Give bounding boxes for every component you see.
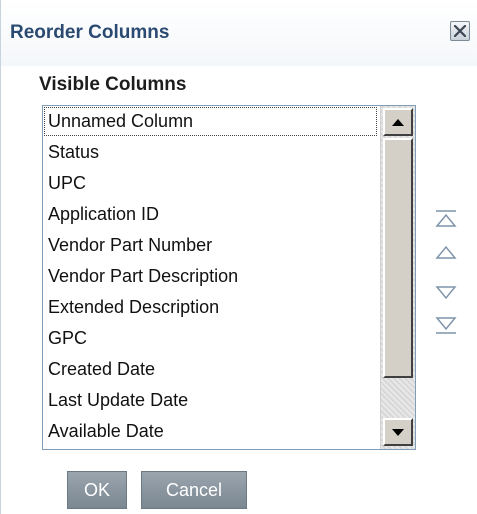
column-list-item[interactable]: UPC [43,168,378,199]
column-list-item[interactable]: Application ID [43,199,378,230]
dialog-title-bar: Reorder Columns [1,0,477,66]
move-bottom-icon [435,317,457,334]
column-list: Unnamed Column Status UPC Application ID Ven… [43,106,378,447]
visible-columns-listbox[interactable]: Unnamed Column Status UPC Application ID Ven… [42,105,416,450]
move-top-button[interactable] [433,208,459,230]
visible-columns-heading: Visible Columns [39,74,187,95]
column-list-item[interactable]: Vendor Part Number [43,230,378,261]
column-list-item[interactable]: Created Date [43,354,378,385]
ok-button[interactable]: OK [67,471,127,509]
scrollbar-thumb[interactable] [383,138,413,378]
cancel-button[interactable]: Cancel [141,471,247,509]
column-list-item[interactable]: Status [43,137,378,168]
scroll-up-button[interactable] [383,108,413,136]
move-up-button[interactable] [433,242,459,264]
arrow-up-icon [392,119,404,126]
close-icon [454,25,466,37]
column-list-item[interactable]: Unnamed Column [43,106,378,137]
column-list-item[interactable]: Vendor Part Description [43,261,378,292]
close-button[interactable] [450,21,470,41]
dialog-title: Reorder Columns [10,22,170,43]
column-list-item[interactable]: GPC [43,323,378,354]
move-top-icon [435,210,457,227]
reorder-columns-dialog: Reorder Columns Visible Columns Unnamed … [0,0,477,514]
column-list-item[interactable]: Extended Description [43,292,378,323]
vertical-scrollbar[interactable] [380,106,415,449]
move-bottom-button[interactable] [433,314,459,336]
move-down-icon [435,286,457,300]
move-up-icon [435,245,457,259]
move-down-button[interactable] [433,281,459,303]
column-list-item[interactable]: Available Date [43,416,378,447]
arrow-down-icon [392,429,404,436]
scroll-down-button[interactable] [383,418,413,446]
column-list-item[interactable]: Last Update Date [43,385,378,416]
